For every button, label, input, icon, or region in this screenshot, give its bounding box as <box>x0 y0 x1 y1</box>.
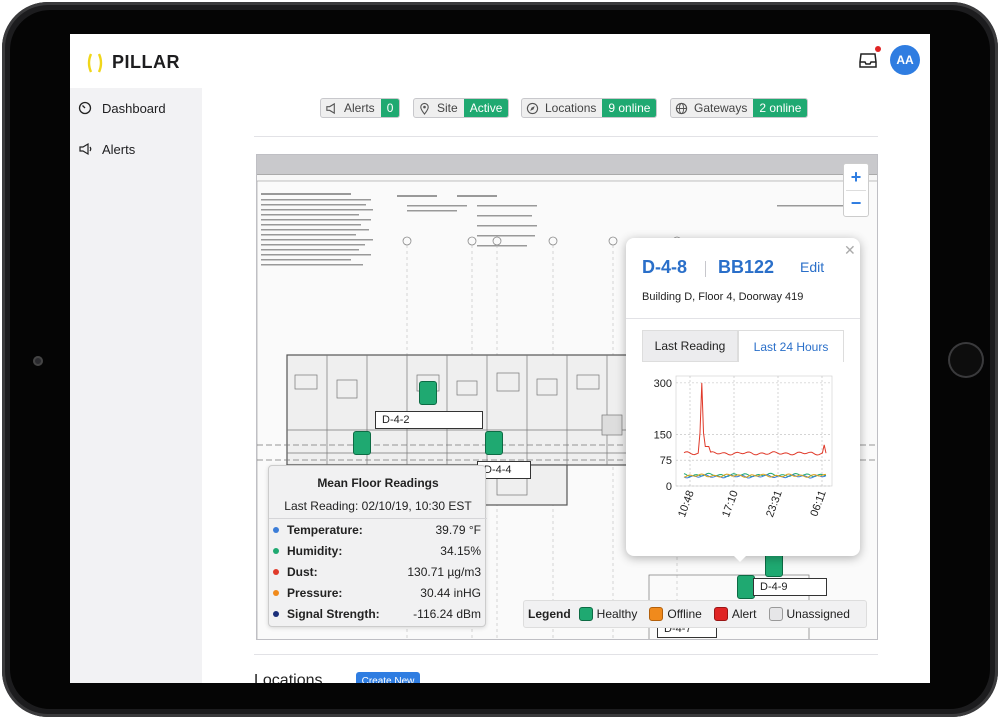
mean-floor-readings-panel: Mean Floor Readings Last Reading: 02/10/… <box>268 465 487 627</box>
sensor-address: Building D, Floor 4, Doorway 419 <box>642 291 804 303</box>
sidebar-item-label: Alerts <box>102 141 136 157</box>
x-tick-label: 23:31 <box>764 489 785 519</box>
y-tick-label: 0 <box>666 481 672 493</box>
map-pin-icon <box>420 102 429 115</box>
status-gateways-label: Gateways <box>694 101 748 115</box>
sensor-marker[interactable] <box>485 431 503 455</box>
x-tick-label: 17:10 <box>720 489 741 519</box>
map-legend: Legend Healthy Offline Alert Unassigned <box>523 600 867 628</box>
status-locations[interactable]: Locations 9 online <box>521 98 658 118</box>
reading-row-signal: Signal Strength: -116.24 dBm <box>269 606 487 622</box>
temperature-dot <box>273 527 279 533</box>
legend-item-unassigned: Unassigned <box>768 607 850 621</box>
popup-pointer <box>732 554 748 562</box>
gauge-icon <box>78 101 92 115</box>
y-tick-label: 75 <box>660 455 672 467</box>
pillar-logo-icon <box>87 53 103 73</box>
reading-row-humidity: Humidity: 34.15% <box>269 543 487 559</box>
x-tick-label: 06:11 <box>808 489 828 518</box>
status-alerts[interactable]: Alerts 0 <box>320 98 401 118</box>
sensor-id: D-4-8 <box>642 257 688 277</box>
sensor-marker[interactable] <box>353 431 371 455</box>
status-locations-value: 9 online <box>602 99 657 117</box>
reading-row-temperature: Temperature: 39.79 °F <box>269 522 487 538</box>
home-button[interactable] <box>948 342 984 378</box>
zoom-in-button[interactable]: + <box>844 164 868 190</box>
status-site-value: Active <box>463 99 509 117</box>
sensor-code: BB122 <box>718 257 775 277</box>
inbox-icon[interactable] <box>858 50 878 70</box>
y-tick-label: 150 <box>654 429 672 441</box>
sidebar: Dashboard Alerts <box>70 88 202 683</box>
app-header: PILLAR AA <box>70 34 930 88</box>
create-new-button[interactable]: Create New <box>356 672 420 683</box>
megaphone-icon <box>326 102 335 114</box>
sidebar-item-alerts[interactable]: Alerts <box>70 135 202 163</box>
divider <box>254 136 878 137</box>
legend-item-offline: Offline <box>649 607 702 621</box>
y-tick-label: 300 <box>654 378 672 390</box>
dust-dot <box>273 569 279 575</box>
status-locations-label: Locations <box>545 101 597 115</box>
sidebar-item-dashboard[interactable]: Dashboard <box>70 94 202 122</box>
status-gateways[interactable]: Gateways 2 online <box>670 98 809 118</box>
reading-row-pressure: Pressure: 30.44 inHG <box>269 585 487 601</box>
notification-dot <box>875 46 881 52</box>
megaphone-icon <box>79 142 92 156</box>
reading-row-dust: Dust: 130.71 µg/m3 <box>269 564 487 580</box>
map-toolbar <box>257 155 877 175</box>
close-icon[interactable]: ✕ <box>844 242 856 259</box>
locations-heading: Locations <box>254 672 323 683</box>
last-reading-time: Last Reading: 02/10/19, 10:30 EST <box>284 499 472 513</box>
x-tick-label: 10:48 <box>676 489 697 519</box>
panel-title: Mean Floor Readings <box>317 476 439 490</box>
globe-icon <box>675 102 688 114</box>
edit-link[interactable]: Edit <box>800 259 824 275</box>
sensor-label[interactable]: D-4-2 <box>375 411 483 429</box>
zoom-out-button[interactable]: − <box>844 190 868 216</box>
status-alerts-label: Alerts <box>344 101 375 115</box>
user-avatar[interactable]: AA <box>890 45 920 75</box>
app-screen: PILLAR AA Dashboard Alerts Alerts 0 Site… <box>70 34 930 683</box>
legend-item-healthy: Healthy <box>578 607 637 621</box>
brand-name[interactable]: PILLAR <box>112 52 180 73</box>
humidity-dot <box>273 548 279 554</box>
compass-icon <box>526 102 539 114</box>
plot-area <box>675 375 833 487</box>
sensor-marker[interactable] <box>765 553 783 577</box>
status-site-label: Site <box>437 101 458 115</box>
signal-dot <box>273 611 279 617</box>
front-camera <box>33 356 43 366</box>
legend-item-alert: Alert <box>713 607 757 621</box>
sidebar-item-label: Dashboard <box>102 100 166 116</box>
pressure-dot <box>273 590 279 596</box>
tab-last-reading[interactable]: Last Reading <box>642 330 738 362</box>
status-site[interactable]: Site Active <box>413 98 510 118</box>
sensor-label[interactable]: D-4-9 <box>753 578 827 596</box>
status-alerts-value: 0 <box>380 99 400 117</box>
tab-last-24-hours[interactable]: Last 24 Hours <box>738 330 844 362</box>
divider <box>254 654 878 655</box>
sensor-marker[interactable] <box>419 381 437 405</box>
status-gateways-value: 2 online <box>753 99 808 117</box>
sensor-detail-popup: ✕ D-4-8 BB122 Edit Building D, Floor 4, … <box>626 238 860 556</box>
zoom-control: + − <box>843 163 869 217</box>
legend-title: Legend <box>528 607 571 621</box>
reading-chart: 0 75 150 300 10:48 17:10 23:31 06:11 <box>654 375 833 519</box>
